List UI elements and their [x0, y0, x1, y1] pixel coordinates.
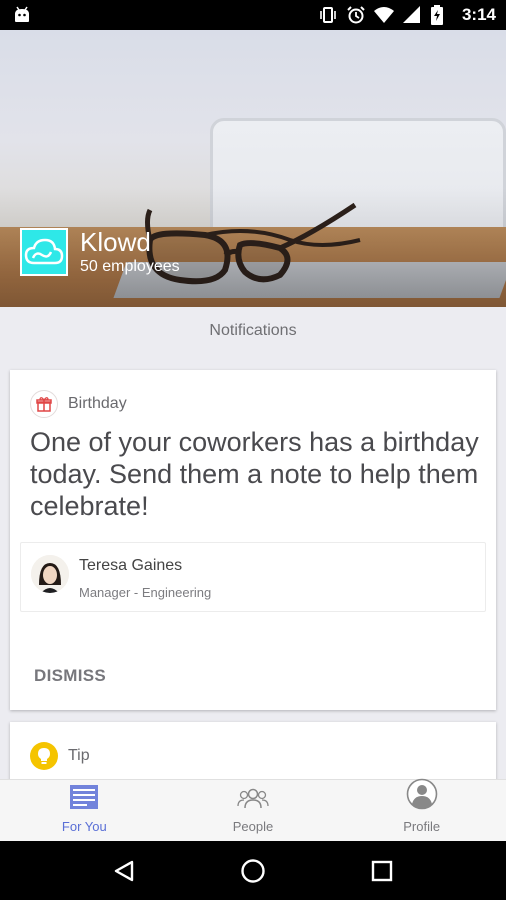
recents-icon[interactable] [367, 856, 397, 886]
card-header: Tip [30, 742, 90, 770]
employee-count: 50 employees [80, 258, 180, 275]
birthday-message: One of your coworkers has a birthday tod… [30, 427, 479, 521]
status-time: 3:14 [461, 5, 496, 24]
tab-label: Profile [403, 819, 441, 834]
bottom-nav: For You People Profile [0, 778, 506, 841]
wifi-icon [373, 5, 394, 25]
tab-people[interactable]: People [169, 780, 338, 841]
vibrate-icon [318, 5, 338, 25]
alarm-icon [346, 5, 366, 25]
news-feed-icon [69, 784, 99, 815]
people-icon [237, 786, 269, 815]
coworker-name: Teresa Gaines [79, 557, 183, 574]
birthday-card: Birthday One of your coworkers has a bir… [10, 370, 496, 710]
card-label: Tip [68, 747, 90, 764]
section-title: Notifications [209, 322, 297, 339]
gift-icon [30, 390, 58, 418]
back-icon[interactable] [109, 856, 139, 886]
tab-label: People [232, 819, 274, 834]
tab-label: For You [61, 819, 107, 834]
tab-profile[interactable]: Profile [337, 778, 506, 841]
tab-for-you[interactable]: For You [0, 780, 169, 841]
battery-icon [430, 5, 450, 25]
home-icon[interactable] [238, 856, 268, 886]
profile-icon [406, 778, 438, 815]
system-nav-bar [0, 841, 506, 900]
card-header: Birthday [30, 390, 127, 418]
cloud-icon [20, 228, 68, 276]
status-bar: 3:14 [0, 0, 506, 30]
lightbulb-icon [30, 742, 58, 770]
card-label: Birthday [68, 395, 127, 412]
company-name: Klowd [80, 227, 151, 257]
coworker-row[interactable]: Teresa Gaines Manager - Engineering [20, 542, 486, 612]
signal-icon [402, 5, 422, 25]
company-info: Klowd 50 employees [20, 228, 180, 276]
android-icon [12, 6, 32, 24]
dismiss-button[interactable]: DISMISS [34, 666, 106, 686]
coworker-role: Manager - Engineering [79, 585, 212, 600]
avatar [31, 555, 69, 593]
